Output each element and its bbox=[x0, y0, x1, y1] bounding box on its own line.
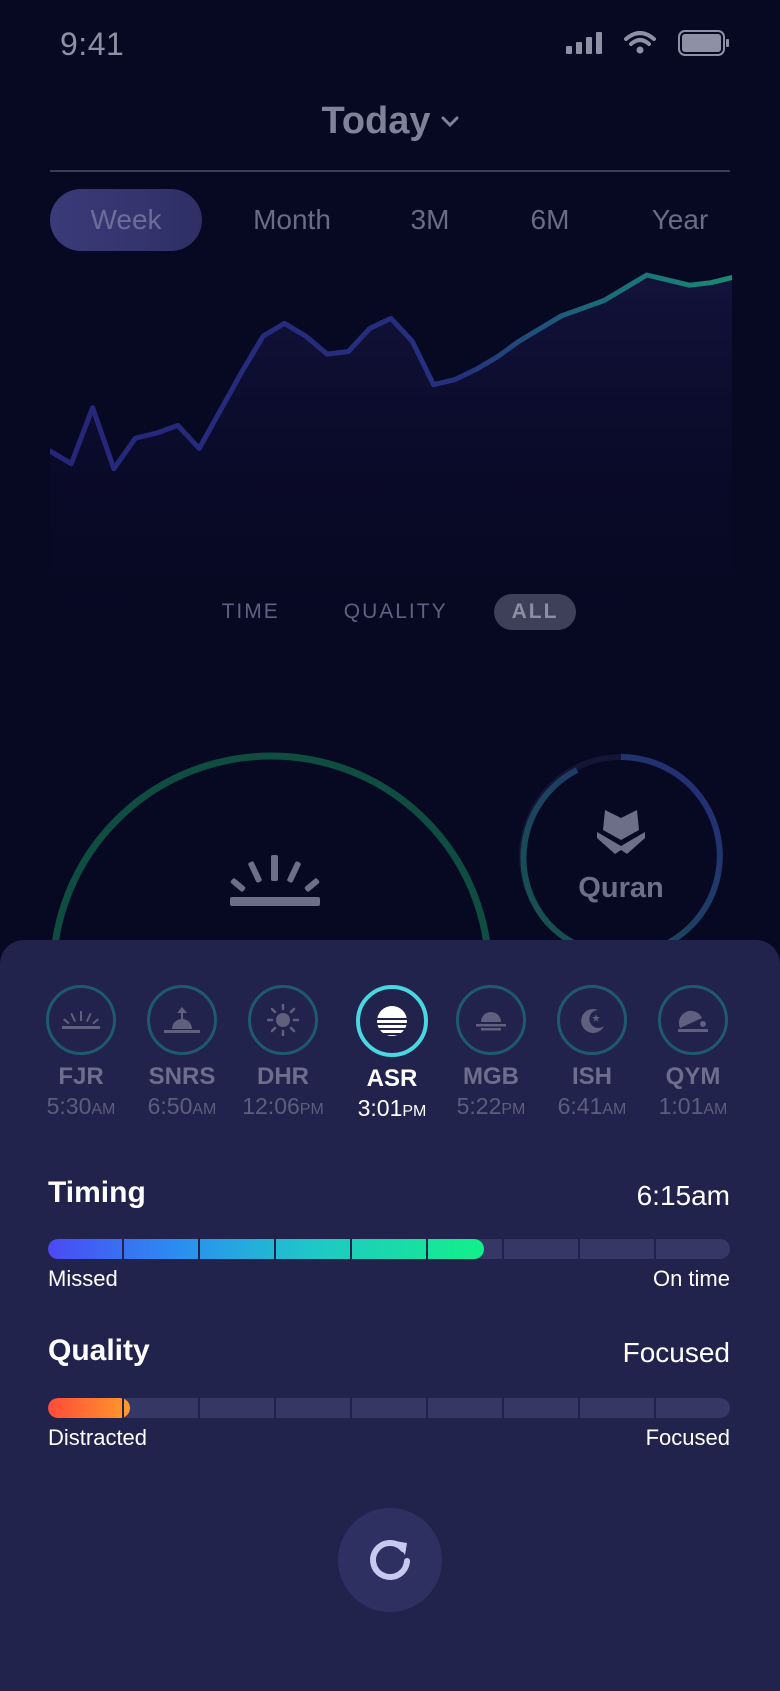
prayer-name: ASR bbox=[366, 1065, 418, 1092]
prayer-name: DHR bbox=[257, 1063, 309, 1090]
prayer-time: 5:30AM bbox=[46, 1093, 116, 1119]
filter-all[interactable]: ALL bbox=[493, 594, 577, 630]
sunrise-lines-icon bbox=[62, 1011, 100, 1029]
prostration-icon bbox=[678, 1010, 708, 1032]
trend-chart bbox=[50, 272, 732, 635]
quality-max-label: Focused bbox=[645, 1425, 730, 1450]
status-time: 9:41 bbox=[60, 26, 125, 62]
filter-quality[interactable]: QUALITY bbox=[326, 594, 466, 630]
prayer-ring bbox=[557, 985, 627, 1055]
timing-slider[interactable] bbox=[48, 1239, 730, 1259]
chevron-down-icon bbox=[441, 116, 459, 127]
prayer-time: 3:01PM bbox=[357, 1095, 427, 1121]
wifi-icon bbox=[624, 31, 656, 54]
quality-slider[interactable] bbox=[48, 1398, 730, 1418]
prayer-name: QYM bbox=[665, 1063, 721, 1090]
prayer-ring bbox=[456, 985, 526, 1055]
quran-book-icon bbox=[597, 810, 645, 854]
page-title: Today bbox=[321, 100, 431, 142]
tab-year[interactable]: Year bbox=[630, 189, 730, 251]
header-divider bbox=[50, 170, 730, 172]
sunset-icon bbox=[476, 1012, 506, 1031]
prayer-time: 12:06PM bbox=[242, 1093, 324, 1119]
period-selector[interactable]: Today bbox=[321, 100, 459, 143]
quality-ticks bbox=[48, 1398, 730, 1418]
prayer-ring-active bbox=[356, 985, 428, 1057]
tab-6m[interactable]: 6M bbox=[500, 189, 600, 251]
quality-value: Focused bbox=[622, 1337, 730, 1368]
header: Today bbox=[0, 100, 780, 143]
battery-icon bbox=[678, 30, 729, 56]
prayer-name: MGB bbox=[463, 1063, 519, 1090]
quran-label: Quran bbox=[578, 872, 664, 904]
sunrise-lines-icon bbox=[230, 855, 320, 906]
filter-time[interactable]: TIME bbox=[204, 594, 298, 630]
status-bar: 9:41 bbox=[0, 0, 780, 90]
tab-month[interactable]: Month bbox=[222, 189, 362, 251]
tab-3m[interactable]: 3M bbox=[380, 189, 480, 251]
prayer-ring bbox=[248, 985, 318, 1055]
moon-star-icon bbox=[581, 1008, 604, 1033]
chart-area bbox=[50, 275, 732, 635]
prayer-ring bbox=[147, 985, 217, 1055]
quality-min-label: Distracted bbox=[48, 1425, 148, 1450]
prayer-item-qiyam[interactable]: QYM 1:01AM bbox=[638, 985, 748, 1120]
prayer-time: 6:50AM bbox=[147, 1093, 217, 1119]
timing-ticks bbox=[48, 1239, 730, 1259]
sunrise-arrow-icon bbox=[164, 1007, 200, 1033]
refresh-button[interactable] bbox=[338, 1508, 442, 1612]
prayer-item-asr[interactable]: ASR 3:01PM bbox=[337, 985, 447, 1122]
status-icons bbox=[566, 30, 730, 56]
tab-week[interactable]: Week bbox=[50, 189, 202, 251]
prayer-name: FJR bbox=[58, 1063, 104, 1090]
prayer-item-dhuhr[interactable]: DHR 12:06PM bbox=[228, 985, 338, 1120]
prayer-selector: FJR 5:30AM SNRS 6:50AM DHR 12:06PM ASR 3… bbox=[20, 985, 760, 1125]
prayer-name: SNRS bbox=[148, 1063, 216, 1090]
sun-icon bbox=[267, 1004, 299, 1036]
prayer-name: ISH bbox=[571, 1063, 612, 1090]
prayer-item-sunrise[interactable]: SNRS 6:50AM bbox=[127, 985, 237, 1120]
timing-value: 6:15am bbox=[636, 1180, 730, 1211]
timing-min-label: Missed bbox=[48, 1266, 118, 1291]
signal-icon bbox=[566, 32, 602, 54]
prayer-time: 6:41AM bbox=[557, 1093, 627, 1119]
timing-max-label: On time bbox=[652, 1266, 730, 1291]
prayer-time: 1:01AM bbox=[658, 1093, 728, 1119]
quality-label: Quality bbox=[48, 1334, 150, 1367]
prayer-time: 5:22PM bbox=[456, 1093, 526, 1119]
chart-filters: TIME QUALITY ALL bbox=[0, 594, 780, 630]
prayer-item-isha[interactable]: ISH 6:41AM bbox=[537, 985, 647, 1120]
timing-label: Timing bbox=[48, 1176, 146, 1209]
refresh-icon bbox=[370, 1540, 410, 1580]
range-tabs: Week Month 3M 6M Year bbox=[50, 189, 740, 251]
prayer-item-fajr[interactable]: FJR 5:30AM bbox=[26, 985, 136, 1120]
prayer-ring bbox=[46, 985, 116, 1055]
half-sun-icon bbox=[377, 1006, 407, 1036]
prayer-ring bbox=[658, 985, 728, 1055]
prayer-item-maghrib[interactable]: MGB 5:22PM bbox=[436, 985, 546, 1120]
